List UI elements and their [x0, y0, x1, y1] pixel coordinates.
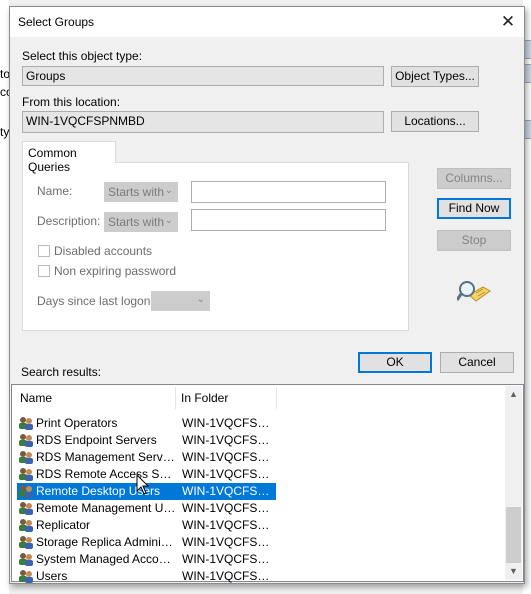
result-name: RDS Endpoint Servers	[36, 433, 157, 447]
result-row[interactable]: Remote Management Users WIN-1VQCFSP...	[13, 500, 276, 517]
non-expiring-password-label: Non expiring password	[54, 264, 177, 278]
group-icon	[18, 569, 34, 584]
dialog-title: Select Groups	[18, 15, 95, 29]
result-folder: WIN-1VQCFSP...	[182, 552, 272, 566]
result-name: Remote Management Users	[36, 501, 176, 515]
result-row[interactable]: RDS Endpoint Servers WIN-1VQCFSP...	[13, 432, 276, 449]
group-icon	[18, 552, 34, 567]
result-row[interactable]: Users WIN-1VQCFSP...	[13, 568, 276, 585]
result-row[interactable]: System Managed Account... WIN-1VQCFSP...	[13, 551, 276, 568]
result-folder: WIN-1VQCFSP...	[182, 569, 272, 583]
description-label: Description:	[37, 214, 101, 228]
result-name: RDS Management Servers	[36, 450, 176, 464]
group-icon	[18, 501, 34, 516]
background-control-2	[524, 64, 531, 83]
column-separator[interactable]	[175, 387, 176, 409]
group-icon	[18, 535, 34, 550]
group-icon	[18, 450, 34, 465]
chevron-down-icon: ⌄	[164, 185, 173, 196]
cancel-button[interactable]: Cancel	[440, 352, 514, 373]
description-mode-select: Starts with ⌄	[104, 212, 178, 232]
group-icon	[18, 416, 34, 431]
result-name: Storage Replica Administra...	[36, 535, 176, 549]
column-separator[interactable]	[276, 387, 277, 409]
result-name: Print Operators	[36, 416, 118, 430]
search-results-label: Search results:	[21, 365, 102, 379]
background-text-3: ty	[0, 125, 10, 139]
days-since-logon-select: ⌄	[151, 291, 210, 311]
name-input[interactable]	[191, 181, 386, 203]
column-header-name[interactable]: Name	[20, 386, 52, 410]
non-expiring-password-checkbox	[38, 265, 50, 277]
vertical-scrollbar[interactable]: ▲ ▼	[505, 386, 522, 580]
disabled-accounts-label: Disabled accounts	[54, 244, 153, 258]
select-groups-dialog: Select Groups ✕ Select this object type:…	[9, 6, 525, 584]
result-folder: WIN-1VQCFSP...	[182, 467, 272, 481]
object-type-field: Groups	[22, 66, 384, 86]
name-label: Name:	[37, 184, 73, 198]
search-results-list[interactable]: Name In Folder Print Operators WIN-1VQCFS…	[11, 384, 524, 585]
group-icon	[18, 518, 34, 533]
mouse-pointer-icon	[136, 474, 150, 495]
column-header-in-folder[interactable]: In Folder	[181, 386, 228, 410]
common-queries-pane: Name: Starts with ⌄ Description: Starts …	[22, 162, 409, 331]
search-magnifier-icon	[457, 281, 491, 302]
chevron-down-icon: ⌄	[164, 215, 173, 226]
find-now-button[interactable]: Find Now	[437, 198, 511, 219]
name-mode-select: Starts with ⌄	[104, 182, 178, 202]
name-mode-value: Starts with	[108, 185, 165, 199]
result-folder: WIN-1VQCFSP...	[182, 535, 272, 549]
result-name: RDS Remote Access Serv...	[36, 467, 176, 481]
result-folder: WIN-1VQCFSP...	[182, 501, 272, 515]
result-row[interactable]: Print Operators WIN-1VQCFSP...	[13, 415, 276, 432]
scrollbar-thumb[interactable]	[506, 507, 521, 563]
object-types-button[interactable]: Object Types...	[391, 66, 479, 87]
result-folder: WIN-1VQCFSP...	[182, 450, 272, 464]
scroll-up-icon[interactable]: ▲	[505, 386, 522, 403]
result-folder: WIN-1VQCFSP...	[182, 484, 272, 498]
result-name: Users	[36, 569, 68, 583]
background-control-1	[524, 40, 531, 59]
tab-common-queries[interactable]: Common Queries	[22, 141, 116, 174]
ok-button[interactable]: OK	[358, 352, 432, 373]
scroll-down-icon[interactable]: ▼	[505, 563, 522, 580]
columns-button: Columns...	[437, 168, 511, 189]
description-mode-value: Starts with	[108, 215, 165, 229]
close-icon[interactable]: ✕	[498, 12, 518, 32]
result-name: Remote Desktop Users	[36, 484, 161, 498]
stop-button: Stop	[437, 230, 511, 251]
chevron-down-icon: ⌄	[196, 294, 205, 305]
result-folder: WIN-1VQCFSP...	[182, 518, 272, 532]
result-row[interactable]: Replicator WIN-1VQCFSP...	[13, 517, 276, 534]
group-icon	[18, 433, 34, 448]
location-label: From this location:	[22, 95, 121, 109]
result-folder: WIN-1VQCFSP...	[182, 433, 272, 447]
result-name: System Managed Account...	[36, 552, 176, 566]
result-row[interactable]: Storage Replica Administra... WIN-1VQCFSP…	[13, 534, 276, 551]
result-row[interactable]: RDS Management Servers WIN-1VQCFSP...	[13, 449, 276, 466]
group-icon	[18, 484, 34, 499]
background-control-3	[524, 120, 531, 139]
locations-button[interactable]: Locations...	[391, 111, 479, 132]
days-since-logon-label: Days since last logon:	[37, 294, 154, 308]
title-bar[interactable]: Select Groups ✕	[10, 7, 524, 37]
result-folder: WIN-1VQCFSP...	[182, 416, 272, 430]
group-icon	[18, 467, 34, 482]
description-input[interactable]	[191, 209, 386, 231]
result-name: Replicator	[36, 518, 91, 532]
object-type-label: Select this object type:	[22, 49, 143, 63]
location-field: WIN-1VQCFSPNMBD	[22, 111, 384, 133]
disabled-accounts-checkbox	[38, 245, 50, 257]
